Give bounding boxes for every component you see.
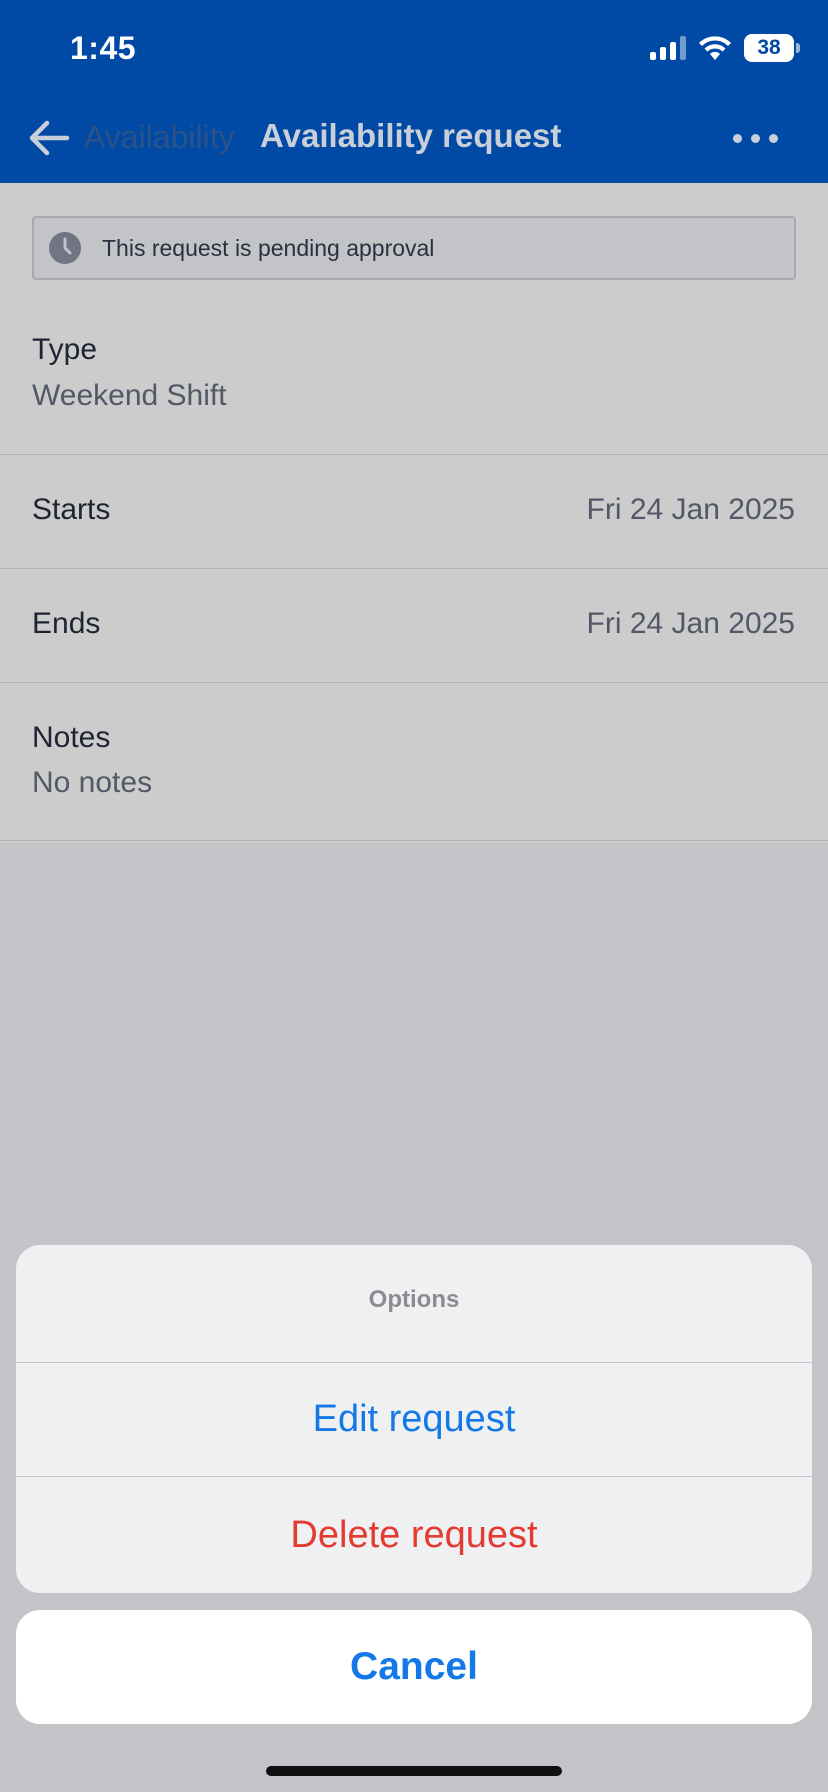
notes-row: Notes No notes (0, 683, 828, 841)
more-horizontal-icon (733, 133, 742, 143)
more-options-button[interactable] (733, 123, 778, 153)
cellular-signal-icon (650, 36, 686, 60)
ends-value: Fri 24 Jan 2025 (586, 607, 795, 640)
type-row: Type Weekend Shift (0, 298, 828, 455)
status-icons: 38 (650, 34, 800, 62)
home-indicator[interactable] (266, 1766, 562, 1776)
pending-banner: This request is pending approval (32, 216, 796, 280)
starts-value: Fri 24 Jan 2025 (586, 493, 795, 526)
wifi-icon (699, 36, 731, 60)
options-action-sheet: Options Edit request Delete request (16, 1245, 812, 1593)
status-time: 1:45 (70, 30, 137, 66)
app-header: 1:45 38 Availability Availability reques… (0, 0, 828, 183)
back-label[interactable]: Availability (84, 119, 235, 156)
clock-icon (49, 232, 81, 264)
notes-label: Notes (32, 721, 111, 754)
request-details: This request is pending approval Type We… (0, 183, 828, 843)
starts-row: Starts Fri 24 Jan 2025 (0, 455, 828, 569)
type-label: Type (32, 333, 98, 366)
arrow-left-icon (29, 120, 70, 156)
back-button[interactable] (24, 113, 74, 163)
action-sheet-title: Options (16, 1245, 812, 1363)
nav-bar: Availability Availability request (0, 105, 828, 175)
pending-banner-text: This request is pending approval (102, 234, 435, 261)
ends-row: Ends Fri 24 Jan 2025 (0, 569, 828, 683)
type-value: Weekend Shift (32, 379, 227, 412)
screen: 1:45 38 Availability Availability reques… (0, 0, 828, 1792)
notes-value: No notes (32, 766, 153, 799)
starts-label: Starts (32, 493, 111, 526)
ends-label: Ends (32, 607, 101, 640)
battery-icon: 38 (744, 34, 800, 62)
edit-request-button[interactable]: Edit request (16, 1363, 812, 1477)
delete-request-button[interactable]: Delete request (16, 1478, 812, 1592)
page-title: Availability request (260, 117, 562, 154)
cancel-button[interactable]: Cancel (16, 1610, 812, 1724)
